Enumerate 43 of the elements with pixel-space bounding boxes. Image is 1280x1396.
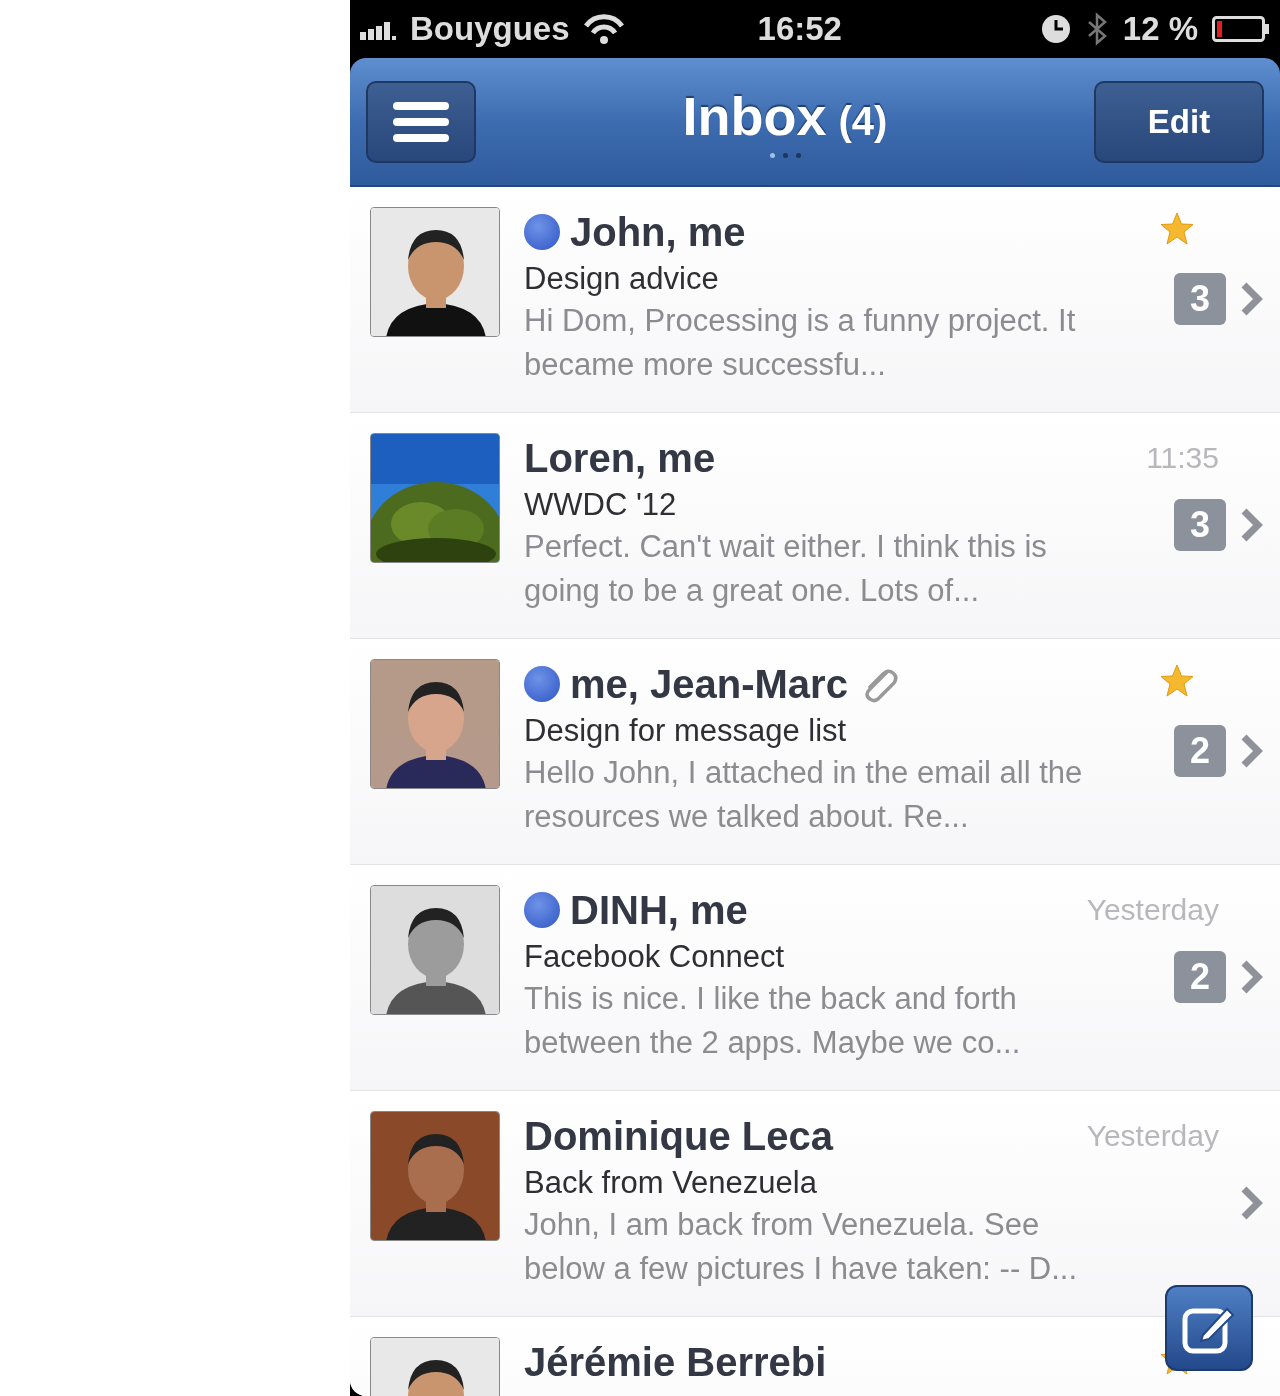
sender-name: Dominique Leca (524, 1113, 833, 1159)
chevron-right-icon (1240, 1185, 1264, 1221)
message-subject: Facebook Connect (524, 939, 786, 975)
message-preview: Hello John, I attached in the email all the resources we talked about. Re... (524, 754, 1084, 836)
carrier-name: Bouygues (410, 10, 570, 48)
thread-count: 3 (1174, 273, 1226, 325)
thread-count: 2 (1174, 951, 1226, 1003)
message-preview: Perfect. Can't wait either. I think this is going to be a great one. Lots of... (524, 528, 1048, 610)
wifi-icon (583, 14, 624, 44)
message-time: 11:35 (1146, 440, 1219, 476)
menu-icon (393, 101, 449, 142)
sender-name: John, me (570, 209, 746, 255)
message-subject: Design for message list (524, 713, 848, 749)
message-preview: This is nice. I like the back and forth between the 2 apps. Maybe we co... (524, 980, 1022, 1062)
sender-name: me, Jean-Marc (570, 661, 848, 707)
chevron-right-icon (1240, 733, 1264, 769)
message-preview: Hi Dom, Processing is a funny project. It became more successfu... (524, 302, 1077, 384)
edit-button[interactable]: Edit (1094, 80, 1264, 163)
compose-button[interactable] (1165, 1285, 1253, 1371)
chevron-right-icon (1240, 281, 1264, 317)
message-time: Yesterday (1086, 892, 1219, 928)
page-dot[interactable] (795, 153, 801, 158)
message-subject: Back from Venezuela (524, 1165, 818, 1201)
message-time: Yesterday (1086, 1118, 1219, 1154)
message-subject: Design advice (524, 261, 720, 297)
screen-title: Inbox (682, 85, 827, 147)
sender-name: Jérémie Berrebi (524, 1339, 827, 1385)
page-dot[interactable] (782, 153, 788, 158)
battery-percent: 12 % (1122, 10, 1198, 48)
chevron-right-icon (1240, 959, 1264, 995)
thread-count: 3 (1174, 499, 1226, 551)
clock-icon (1040, 14, 1071, 44)
message-preview: John, I am back from Venezuela. See below a few pictures I have taken: -- D... (524, 1206, 1079, 1288)
thread-count: 2 (1174, 725, 1226, 777)
message-subject: WWDC '12 (524, 487, 678, 523)
sender-name: DINH, me (570, 887, 748, 933)
unread-count: (4) (838, 99, 888, 144)
status-time: 16:52 (757, 10, 842, 48)
chevron-right-icon (1240, 507, 1264, 543)
menu-button[interactable] (366, 80, 476, 163)
battery-icon (1212, 16, 1270, 42)
sender-name: Loren, me (524, 435, 716, 481)
page-dot[interactable] (769, 153, 775, 158)
